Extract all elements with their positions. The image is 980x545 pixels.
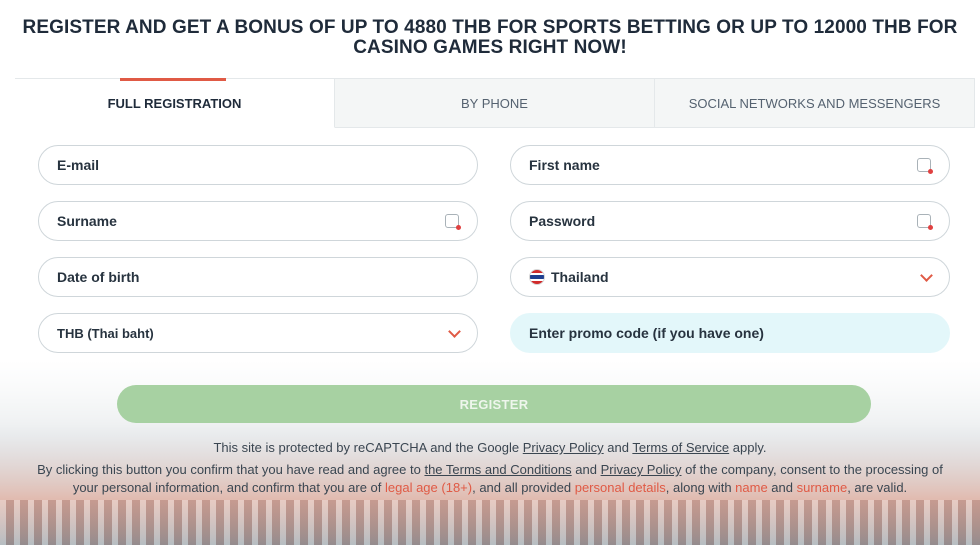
personal-details-link[interactable]: personal details <box>575 480 666 495</box>
email-label: E-mail <box>57 157 100 173</box>
surname-label: Surname <box>57 213 117 229</box>
email-field[interactable]: E-mail <box>38 145 478 185</box>
consent-text-1: By clicking this button you confirm that… <box>37 462 425 477</box>
consent-notice: By clicking this button you confirm that… <box>25 461 955 497</box>
page-title: REGISTER AND GET A BONUS OF UP TO 4880 T… <box>22 17 958 58</box>
privacy-policy-link[interactable]: Privacy Policy <box>523 440 604 455</box>
tab-full-registration[interactable]: FULL REGISTRATION <box>15 78 335 128</box>
password-field[interactable]: Password <box>510 201 950 241</box>
key-icon <box>445 214 461 230</box>
promo-code-field[interactable]: Enter promo code (if you have one) <box>510 313 950 353</box>
surname-link[interactable]: surname <box>797 480 848 495</box>
promo-code-label: Enter promo code (if you have one) <box>529 325 764 341</box>
consent-text-6: and <box>767 480 797 495</box>
recaptcha-notice: This site is protected by reCAPTCHA and … <box>25 439 955 457</box>
surname-field[interactable]: Surname <box>38 201 478 241</box>
registration-tabs: FULL REGISTRATION BY PHONE SOCIAL NETWOR… <box>15 78 975 128</box>
consent-text-4: , and all provided <box>472 480 575 495</box>
first-name-label: First name <box>529 157 600 173</box>
recaptcha-text: This site is protected by reCAPTCHA and … <box>213 440 523 455</box>
consent-text-2: and <box>571 462 601 477</box>
tab-social-networks[interactable]: SOCIAL NETWORKS AND MESSENGERS <box>655 78 975 128</box>
company-privacy-policy-link[interactable]: Privacy Policy <box>601 462 682 477</box>
recaptcha-suffix: apply. <box>729 440 767 455</box>
consent-text-5: , along with <box>665 480 736 495</box>
terms-of-service-link[interactable]: Terms of Service <box>632 440 729 455</box>
name-link[interactable]: name <box>735 480 768 495</box>
country-select[interactable]: Thailand <box>510 257 950 297</box>
recaptcha-and: and <box>603 440 633 455</box>
first-name-field[interactable]: First name <box>510 145 950 185</box>
thailand-flag-icon <box>529 269 545 285</box>
key-icon <box>917 158 933 174</box>
consent-text-7: , are valid. <box>847 480 908 495</box>
tab-by-phone[interactable]: BY PHONE <box>335 78 655 128</box>
registration-form: E-mail First name Surname Password Date … <box>38 145 950 353</box>
key-icon <box>917 214 933 230</box>
legal-age-link[interactable]: legal age (18+) <box>385 480 472 495</box>
country-value: Thailand <box>551 269 609 285</box>
date-of-birth-label: Date of birth <box>57 269 140 285</box>
chevron-down-icon <box>448 324 461 338</box>
chevron-down-icon <box>920 268 933 282</box>
password-label: Password <box>529 213 596 229</box>
register-button[interactable]: REGISTER <box>117 385 871 423</box>
currency-value: THB (Thai baht) <box>57 325 154 341</box>
currency-select[interactable]: THB (Thai baht) <box>38 313 478 353</box>
date-of-birth-field[interactable]: Date of birth <box>38 257 478 297</box>
terms-and-conditions-link[interactable]: the Terms and Conditions <box>424 462 571 477</box>
